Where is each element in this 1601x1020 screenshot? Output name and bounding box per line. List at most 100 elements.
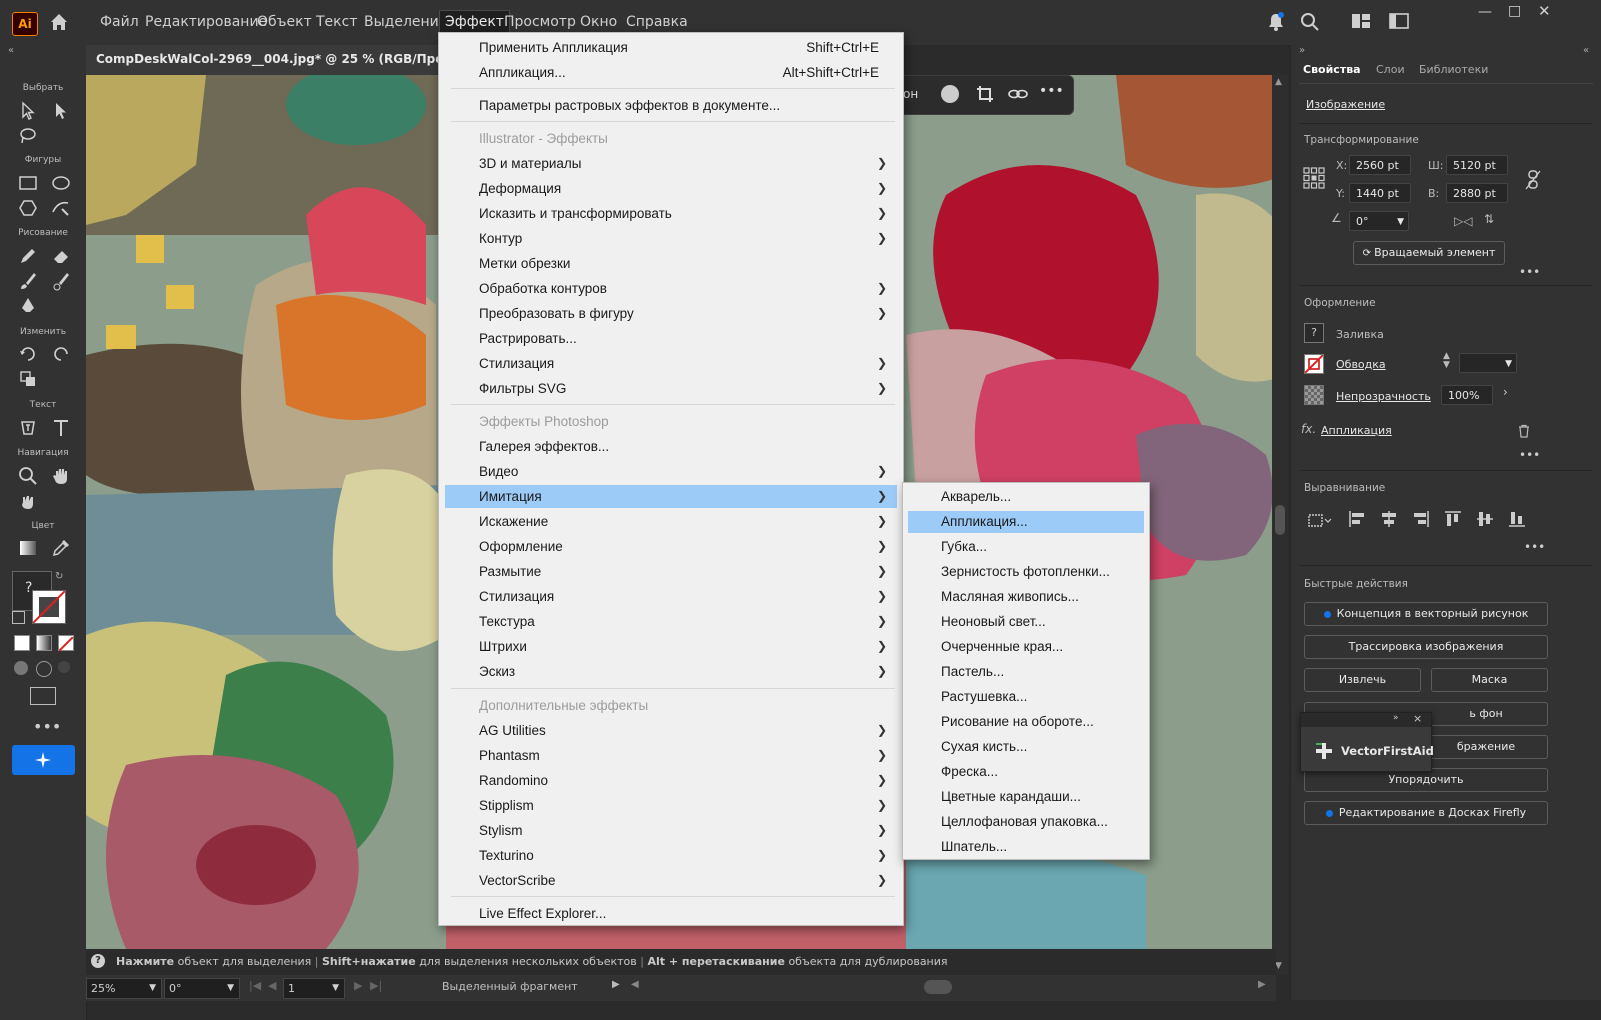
constrain-proportions-icon[interactable] [1524, 169, 1542, 195]
menu-item-brush-strokes-design[interactable]: Оформление ❯ [445, 535, 897, 558]
status-selection-label[interactable]: Выделенный фрагмент [442, 980, 578, 993]
workspace-switcher-icon[interactable] [1350, 11, 1374, 35]
object-type-label[interactable]: Изображение [1306, 98, 1385, 111]
flip-vertical-icon[interactable]: ⇅ [1484, 212, 1494, 226]
transform-more-icon[interactable]: ••• [1519, 265, 1540, 279]
menu-item-rasterize[interactable]: Растрировать... [445, 327, 897, 350]
screen-mode-icon[interactable] [30, 687, 56, 705]
align-left-icon[interactable] [1347, 509, 1367, 533]
collapse-toolbar-icon[interactable]: « [8, 45, 14, 56]
app-logo[interactable]: Ai [12, 12, 38, 36]
eraser-tool-icon[interactable] [50, 245, 72, 267]
paintbrush-tool-icon[interactable] [17, 270, 39, 292]
submenu-item-palette-knife[interactable]: Шпатель... [908, 836, 1144, 858]
convert-to-vector-button[interactable]: Концепция в векторный рисунок [1304, 602, 1548, 626]
gradient-mode-icon[interactable] [36, 635, 52, 651]
rectangle-tool-icon[interactable] [17, 172, 39, 194]
mask-icon[interactable] [941, 85, 959, 103]
draw-normal-icon[interactable] [14, 661, 28, 675]
stroke-width-stepper[interactable]: ▲ ▼ [1443, 352, 1450, 370]
stroke-swatch-none[interactable] [1304, 354, 1324, 374]
mask-button[interactable]: Маска [1431, 668, 1548, 692]
edit-toolbar-more-icon[interactable]: ••• [33, 717, 61, 736]
horizontal-scroll-thumb[interactable] [924, 980, 952, 994]
color-mode-icon[interactable] [14, 635, 30, 651]
hscroll-left-icon[interactable]: ◀ [631, 979, 639, 990]
menu-item-blur[interactable]: Размытие ❯ [445, 560, 897, 583]
menu-item-phantasm[interactable]: Phantasm ❯ [445, 744, 897, 767]
hscroll-right-icon[interactable]: ▶ [1258, 979, 1266, 990]
reflect-tool-icon[interactable] [50, 343, 72, 365]
align-to-selection-icon[interactable] [1307, 511, 1333, 533]
rotate-tool-icon[interactable] [17, 343, 39, 365]
vfa-panel-header[interactable]: » × [1301, 712, 1431, 727]
opacity-expand-icon[interactable]: › [1503, 385, 1508, 399]
hand-tool-icon[interactable] [50, 465, 72, 487]
menu-item-raster-settings[interactable]: Параметры растровых эффектов в документе… [445, 94, 897, 117]
menu-text[interactable]: Текст [311, 11, 362, 33]
pencil-tool-icon[interactable] [17, 245, 39, 267]
panel-close-icon[interactable]: « [1583, 45, 1589, 56]
submenu-item-colored-pencil[interactable]: Цветные карандаши... [908, 786, 1144, 808]
fill-swatch-unknown[interactable]: ? [1304, 323, 1324, 343]
menu-item-3d-materials[interactable]: 3D и материалы ❯ [445, 152, 897, 175]
selection-tool-icon[interactable] [17, 100, 39, 122]
submenu-item-fresco[interactable]: Фреска... [908, 761, 1144, 783]
maximize-window-icon[interactable]: □ [1508, 3, 1521, 19]
first-artboard-icon[interactable]: |◀ [249, 979, 261, 992]
blob-brush-tool-icon[interactable] [50, 270, 72, 292]
generative-ai-button[interactable] [12, 745, 75, 775]
menu-item-distort[interactable]: Искажение ❯ [445, 510, 897, 533]
menu-item-warp[interactable]: Деформация ❯ [445, 177, 897, 200]
menu-item-last-effect[interactable]: Аппликация... Alt+Shift+Ctrl+E [445, 61, 897, 84]
menu-item-svg-filters[interactable]: Фильтры SVG ❯ [445, 377, 897, 400]
menu-item-randomino[interactable]: Randomino ❯ [445, 769, 897, 792]
eyedropper-tool-icon[interactable] [50, 537, 72, 559]
angle-field[interactable]: 0° ▼ [1349, 211, 1409, 231]
align-bottom-icon[interactable] [1507, 509, 1527, 533]
taskbar-partial-label[interactable]: он [903, 87, 918, 101]
vectorfirstaid-title[interactable]: VectorFirstAid [1341, 744, 1434, 758]
tab-properties[interactable]: Свойства [1303, 63, 1361, 76]
document-tab[interactable]: CompDeskWalCol-2969__004.jpg* @ 25 % (RG… [86, 45, 545, 76]
menu-object[interactable]: Объект [252, 11, 317, 33]
last-artboard-icon[interactable]: ▶| [370, 979, 382, 992]
stroke-swatch[interactable] [32, 590, 66, 624]
menu-help[interactable]: Справка [621, 11, 693, 33]
menu-item-texture[interactable]: Текстура ❯ [445, 610, 897, 633]
submenu-item-smudge-stick[interactable]: Растушевка... [908, 686, 1144, 708]
flip-horizontal-icon[interactable]: ▷◁ [1454, 214, 1472, 228]
arrange-documents-icon[interactable] [1388, 11, 1412, 35]
menu-file[interactable]: Файл [95, 11, 144, 33]
type-on-path-tool-icon[interactable] [17, 417, 39, 439]
collapse-panel-icon[interactable]: » [1299, 45, 1305, 56]
ellipse-tool-icon[interactable] [50, 172, 72, 194]
scrollbar-thumb[interactable] [1275, 505, 1285, 535]
menu-window[interactable]: Окно [575, 11, 622, 33]
menu-item-crop-marks[interactable]: Метки обрезки [445, 252, 897, 275]
submenu-item-rough-pastels[interactable]: Пастель... [908, 661, 1144, 683]
lasso-tool-icon[interactable] [17, 125, 39, 147]
draw-inside-icon[interactable] [58, 661, 70, 673]
menu-item-ag-utilities[interactable]: AG Utilities ❯ [445, 719, 897, 742]
align-more-icon[interactable]: ••• [1524, 540, 1545, 554]
canvas-vertical-scrollbar[interactable]: ▲ ▼ [1272, 75, 1288, 975]
vfa-close-icon[interactable]: × [1413, 712, 1422, 725]
align-right-icon[interactable] [1411, 509, 1431, 533]
submenu-item-poster-edges[interactable]: Очерченные края... [908, 636, 1144, 658]
search-icon[interactable] [1299, 11, 1323, 35]
taskbar-more-icon[interactable]: ••• [1039, 83, 1064, 99]
align-horizontal-center-icon[interactable] [1379, 509, 1399, 533]
menu-item-live-effect-explorer[interactable]: Live Effect Explorer... [445, 902, 897, 925]
image-trace-button[interactable]: Трассировка изображения [1304, 635, 1548, 659]
submenu-item-watercolor[interactable]: Акварель... [908, 486, 1144, 508]
menu-item-strokes[interactable]: Штрихи ❯ [445, 635, 897, 658]
rotatable-element-button[interactable]: ⟳ Вращаемый элемент [1353, 241, 1505, 265]
zoom-tool-icon[interactable] [17, 465, 39, 487]
opacity-field[interactable]: 100% [1441, 385, 1493, 405]
home-icon[interactable] [48, 11, 70, 33]
menu-item-artistic[interactable]: Имитация ❯ [445, 485, 897, 508]
menu-item-sketch[interactable]: Эскиз ❯ [445, 660, 897, 683]
submenu-item-underpainting[interactable]: Рисование на обороте... [908, 711, 1144, 733]
tab-layers[interactable]: Слои [1376, 63, 1405, 76]
